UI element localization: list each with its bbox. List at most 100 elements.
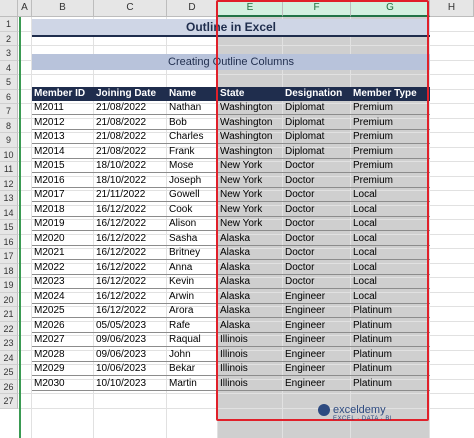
cell-member-id[interactable]: M2021 bbox=[32, 246, 94, 260]
header-name: Name bbox=[167, 87, 218, 101]
row-header[interactable]: 2 bbox=[0, 31, 18, 46]
column-header-c[interactable]: C bbox=[94, 0, 167, 17]
cell-name[interactable]: Alison bbox=[167, 217, 218, 231]
cell-name[interactable]: Sasha bbox=[167, 232, 218, 246]
row-header[interactable]: 13 bbox=[0, 191, 18, 206]
cell-joining-date[interactable]: 21/08/2022 bbox=[94, 145, 167, 159]
row-header[interactable]: 10 bbox=[0, 147, 18, 162]
cell-member-id[interactable]: M2024 bbox=[32, 290, 94, 304]
cell-name[interactable]: Bob bbox=[167, 116, 218, 130]
row-header[interactable]: 18 bbox=[0, 263, 18, 278]
cell-name[interactable]: Bekar bbox=[167, 362, 218, 376]
cell-member-id[interactable]: M2017 bbox=[32, 188, 94, 202]
cell-joining-date[interactable]: 16/12/2022 bbox=[94, 232, 167, 246]
row-header[interactable]: 1 bbox=[0, 17, 18, 32]
cell-member-id[interactable]: M2026 bbox=[32, 319, 94, 333]
row-header[interactable]: 11 bbox=[0, 162, 18, 177]
row-header[interactable]: 8 bbox=[0, 118, 18, 133]
cell-joining-date[interactable]: 16/12/2022 bbox=[94, 203, 167, 217]
cell-joining-date[interactable]: 09/06/2023 bbox=[94, 333, 167, 347]
cell-name[interactable]: Raqual bbox=[167, 333, 218, 347]
cell-joining-date[interactable]: 21/11/2022 bbox=[94, 188, 167, 202]
cell-member-id[interactable]: M2029 bbox=[32, 362, 94, 376]
cell-name[interactable]: Arora bbox=[167, 304, 218, 318]
cell-name[interactable]: John bbox=[167, 348, 218, 362]
row-header[interactable]: 15 bbox=[0, 220, 18, 235]
select-all-corner[interactable] bbox=[0, 0, 18, 17]
cell-member-id[interactable]: M2013 bbox=[32, 130, 94, 144]
cell-member-id[interactable]: M2016 bbox=[32, 174, 94, 188]
outline-group-bar[interactable] bbox=[19, 17, 21, 438]
cell-member-id[interactable]: M2018 bbox=[32, 203, 94, 217]
header-member-id: Member ID bbox=[32, 87, 94, 101]
cell-name[interactable]: Anna bbox=[167, 261, 218, 275]
row-header[interactable]: 24 bbox=[0, 350, 18, 365]
cell-name[interactable]: Nathan bbox=[167, 101, 218, 115]
cell-name[interactable]: Frank bbox=[167, 145, 218, 159]
row-header[interactable]: 4 bbox=[0, 60, 18, 75]
row-header[interactable]: 5 bbox=[0, 75, 18, 90]
row-header[interactable]: 17 bbox=[0, 249, 18, 264]
cell-member-id[interactable]: M2027 bbox=[32, 333, 94, 347]
cell-joining-date[interactable]: 16/12/2022 bbox=[94, 304, 167, 318]
cell-joining-date[interactable]: 18/10/2022 bbox=[94, 159, 167, 173]
cell-member-id[interactable]: M2028 bbox=[32, 348, 94, 362]
exceldemy-logo-icon bbox=[318, 404, 330, 417]
row-header[interactable]: 9 bbox=[0, 133, 18, 148]
highlight-box bbox=[216, 0, 429, 421]
cell-member-id[interactable]: M2012 bbox=[32, 116, 94, 130]
cell-member-id[interactable]: M2019 bbox=[32, 217, 94, 231]
spreadsheet-grid: A B C D E F G H 1 2 3 4 5 6 7 8 9 10 11 12 13 14 15 16 1… bbox=[0, 0, 474, 438]
cell-joining-date[interactable]: 09/06/2023 bbox=[94, 348, 167, 362]
row-header[interactable]: 20 bbox=[0, 292, 18, 307]
cell-joining-date[interactable]: 18/10/2022 bbox=[94, 174, 167, 188]
row-header[interactable]: 6 bbox=[0, 89, 18, 104]
row-header[interactable]: 7 bbox=[0, 104, 18, 119]
cell-name[interactable]: Gowell bbox=[167, 188, 218, 202]
cell-joining-date[interactable]: 21/08/2022 bbox=[94, 130, 167, 144]
cell-name[interactable]: Kevin bbox=[167, 275, 218, 289]
row-header[interactable]: 16 bbox=[0, 234, 18, 249]
row-header[interactable]: 19 bbox=[0, 278, 18, 293]
cell-member-id[interactable]: M2022 bbox=[32, 261, 94, 275]
cell-member-id[interactable]: M2030 bbox=[32, 377, 94, 391]
column-header-h[interactable]: H bbox=[430, 0, 474, 17]
row-header[interactable]: 12 bbox=[0, 176, 18, 191]
row-header[interactable]: 22 bbox=[0, 321, 18, 336]
cell-joining-date[interactable]: 05/05/2023 bbox=[94, 319, 167, 333]
cell-joining-date[interactable]: 21/08/2022 bbox=[94, 101, 167, 115]
cell-joining-date[interactable]: 21/08/2022 bbox=[94, 116, 167, 130]
cell-joining-date[interactable]: 16/12/2022 bbox=[94, 246, 167, 260]
row-header[interactable]: 3 bbox=[0, 46, 18, 61]
cell-joining-date[interactable]: 16/12/2022 bbox=[94, 290, 167, 304]
row-header[interactable]: 26 bbox=[0, 379, 18, 394]
cell-joining-date[interactable]: 16/12/2022 bbox=[94, 275, 167, 289]
column-header-b[interactable]: B bbox=[32, 0, 94, 17]
row-header[interactable]: 25 bbox=[0, 365, 18, 380]
cell-member-id[interactable]: M2011 bbox=[32, 101, 94, 115]
cell-member-id[interactable]: M2020 bbox=[32, 232, 94, 246]
row-header[interactable]: 27 bbox=[0, 394, 18, 409]
cell-name[interactable]: Arwin bbox=[167, 290, 218, 304]
cell-joining-date[interactable]: 10/06/2023 bbox=[94, 362, 167, 376]
cell-name[interactable]: Mose bbox=[167, 159, 218, 173]
cell-joining-date[interactable]: 16/12/2022 bbox=[94, 217, 167, 231]
cell-member-id[interactable]: M2015 bbox=[32, 159, 94, 173]
cell-member-id[interactable]: M2023 bbox=[32, 275, 94, 289]
cell-joining-date[interactable]: 16/12/2022 bbox=[94, 261, 167, 275]
cell-joining-date[interactable]: 10/10/2023 bbox=[94, 377, 167, 391]
cell-member-id[interactable]: M2025 bbox=[32, 304, 94, 318]
row-header[interactable]: 21 bbox=[0, 307, 18, 322]
cell-name[interactable]: Martin bbox=[167, 377, 218, 391]
cell-member-id[interactable]: M2014 bbox=[32, 145, 94, 159]
row-header[interactable]: 14 bbox=[0, 205, 18, 220]
column-header-a[interactable]: A bbox=[18, 0, 32, 17]
cell-name[interactable]: Rafe bbox=[167, 319, 218, 333]
cell-name[interactable]: Cook bbox=[167, 203, 218, 217]
row-header[interactable]: 23 bbox=[0, 336, 18, 351]
cell-name[interactable]: Charles bbox=[167, 130, 218, 144]
watermark: exceldemy EXCEL · DATA · BI bbox=[318, 404, 392, 422]
column-header-d[interactable]: D bbox=[167, 0, 218, 17]
cell-name[interactable]: Joseph bbox=[167, 174, 218, 188]
cell-name[interactable]: Britney bbox=[167, 246, 218, 260]
